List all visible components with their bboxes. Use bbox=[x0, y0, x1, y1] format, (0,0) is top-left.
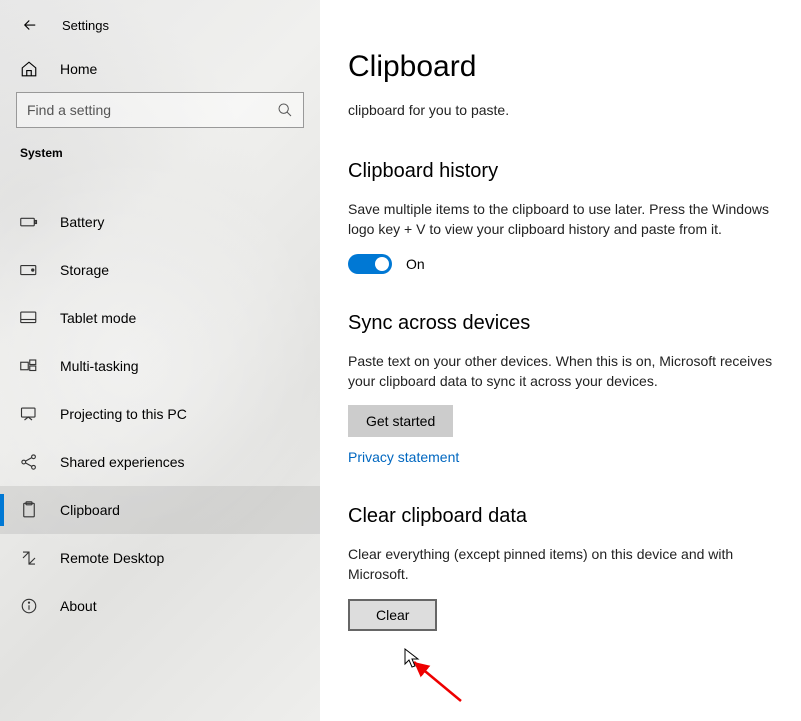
section-title: Clipboard history bbox=[348, 160, 773, 183]
battery-icon bbox=[20, 213, 38, 231]
multitasking-icon bbox=[20, 357, 38, 375]
toggle-row: On bbox=[348, 254, 773, 274]
header-row: Settings bbox=[0, 0, 320, 50]
section-text: Paste text on your other devices. When t… bbox=[348, 351, 773, 392]
sidebar-item-clipboard[interactable]: Clipboard bbox=[0, 486, 320, 534]
sidebar-item-tablet-mode[interactable]: Tablet mode bbox=[0, 294, 320, 342]
back-button[interactable] bbox=[20, 15, 40, 35]
sidebar-item-label: Shared experiences bbox=[60, 454, 185, 470]
sidebar-item-label: Projecting to this PC bbox=[60, 406, 187, 422]
sidebar-item-about[interactable]: About bbox=[0, 582, 320, 630]
sidebar-item-label: Clipboard bbox=[60, 502, 120, 518]
sidebar-item-multitasking[interactable]: Multi-tasking bbox=[0, 342, 320, 390]
sidebar-item-battery[interactable]: Battery bbox=[0, 198, 320, 246]
sidebar: Settings Home System Battery Storage Tab… bbox=[0, 0, 320, 721]
section-text: Clear everything (except pinned items) o… bbox=[348, 544, 773, 585]
page-title: Clipboard bbox=[348, 50, 773, 84]
sidebar-item-label: Multi-tasking bbox=[60, 358, 139, 374]
search-input[interactable] bbox=[27, 102, 277, 118]
sidebar-item-projecting[interactable]: Projecting to this PC bbox=[0, 390, 320, 438]
section-clipboard-history: Clipboard history Save multiple items to… bbox=[348, 160, 773, 274]
search-icon bbox=[277, 102, 293, 118]
home-nav[interactable]: Home bbox=[0, 50, 320, 92]
content-pane: Clipboard clipboard for you to paste. Cl… bbox=[320, 0, 801, 721]
back-arrow-icon bbox=[21, 16, 39, 34]
home-icon bbox=[20, 60, 38, 78]
sidebar-item-label: Remote Desktop bbox=[60, 550, 164, 566]
tablet-icon bbox=[20, 309, 38, 327]
sidebar-item-label: Storage bbox=[60, 262, 109, 278]
home-label: Home bbox=[60, 61, 97, 77]
sidebar-item-shared-experiences[interactable]: Shared experiences bbox=[0, 438, 320, 486]
storage-icon bbox=[20, 261, 38, 279]
toggle-knob bbox=[375, 257, 389, 271]
intro-text-fragment: clipboard for you to paste. bbox=[348, 102, 773, 118]
search-box[interactable] bbox=[16, 92, 304, 128]
category-label: System bbox=[0, 146, 320, 172]
sidebar-item-storage[interactable]: Storage bbox=[0, 246, 320, 294]
sidebar-item-label: Tablet mode bbox=[60, 310, 136, 326]
clipboard-icon bbox=[20, 501, 38, 519]
sidebar-item-label: About bbox=[60, 598, 97, 614]
toggle-state-label: On bbox=[406, 256, 425, 272]
section-text: Save multiple items to the clipboard to … bbox=[348, 199, 773, 240]
sidebar-item-label: Battery bbox=[60, 214, 104, 230]
clear-button[interactable]: Clear bbox=[348, 599, 437, 631]
section-title: Sync across devices bbox=[348, 312, 773, 335]
privacy-statement-link[interactable]: Privacy statement bbox=[348, 449, 459, 465]
remote-desktop-icon bbox=[20, 549, 38, 567]
section-sync: Sync across devices Paste text on your o… bbox=[348, 312, 773, 468]
share-icon bbox=[20, 453, 38, 471]
app-title: Settings bbox=[62, 18, 109, 33]
section-clear: Clear clipboard data Clear everything (e… bbox=[348, 505, 773, 631]
info-icon bbox=[20, 597, 38, 615]
projecting-icon bbox=[20, 405, 38, 423]
sidebar-item-remote-desktop[interactable]: Remote Desktop bbox=[0, 534, 320, 582]
nav-list: Battery Storage Tablet mode Multi-taskin… bbox=[0, 198, 320, 630]
get-started-button[interactable]: Get started bbox=[348, 405, 453, 437]
clipboard-history-toggle[interactable] bbox=[348, 254, 392, 274]
section-title: Clear clipboard data bbox=[348, 505, 773, 528]
